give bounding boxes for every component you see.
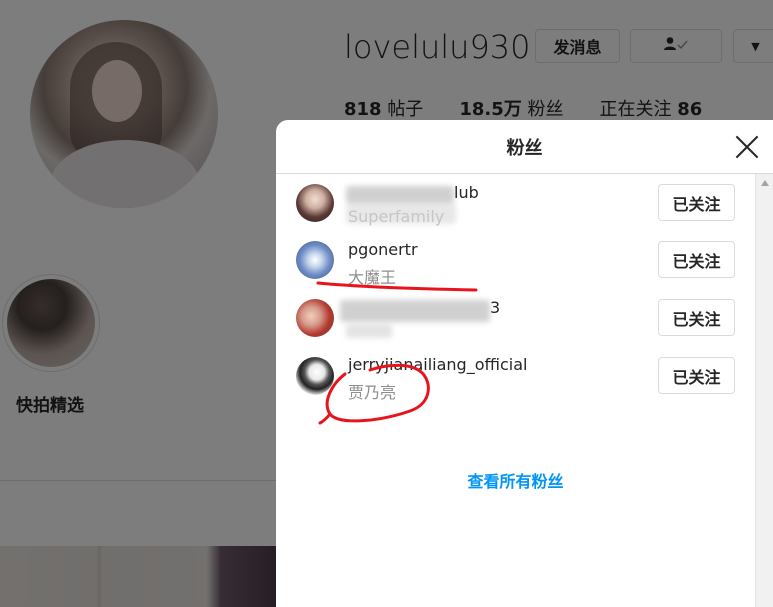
redacted-blur bbox=[346, 324, 392, 338]
following-button[interactable]: 已关注 bbox=[658, 299, 735, 336]
scrollbar[interactable] bbox=[755, 174, 773, 607]
see-all-followers-link[interactable]: 查看所有粉丝 bbox=[276, 468, 755, 492]
avatar[interactable] bbox=[296, 184, 334, 222]
follower-handle[interactable]: 3 bbox=[490, 298, 500, 317]
following-button[interactable]: 已关注 bbox=[658, 357, 735, 394]
following-button[interactable]: 已关注 bbox=[658, 241, 735, 278]
redacted-blur bbox=[346, 204, 456, 224]
redacted-blur bbox=[346, 186, 454, 204]
list-item: jerryjianailiang_official 贾乃亮 已关注 bbox=[276, 345, 755, 402]
list-item: lub Superfamily 已关注 bbox=[276, 174, 755, 231]
avatar[interactable] bbox=[296, 299, 334, 337]
follower-fullname: 贾乃亮 bbox=[348, 383, 397, 402]
dialog-title: 粉丝 bbox=[506, 137, 543, 159]
redacted-blur bbox=[340, 300, 490, 322]
close-icon[interactable] bbox=[732, 132, 762, 162]
follower-fullname: 大魔王 bbox=[348, 268, 397, 287]
avatar[interactable] bbox=[296, 241, 334, 279]
follower-handle[interactable]: jerryjianailiang_official bbox=[348, 355, 527, 374]
dialog-header: 粉丝 bbox=[276, 120, 773, 174]
follower-handle[interactable]: pgonertr bbox=[348, 240, 418, 259]
avatar[interactable] bbox=[296, 357, 334, 395]
followers-dialog: 粉丝 lub Superfamily 已关注 pgonertr 大魔王 已关注 … bbox=[276, 120, 773, 607]
list-item: pgonertr 大魔王 已关注 bbox=[276, 231, 755, 288]
following-button[interactable]: 已关注 bbox=[658, 184, 735, 221]
follower-handle[interactable]: lub bbox=[454, 183, 479, 202]
list-item: 3 已关注 bbox=[276, 288, 755, 345]
scroll-up-arrow-icon[interactable] bbox=[761, 180, 769, 186]
